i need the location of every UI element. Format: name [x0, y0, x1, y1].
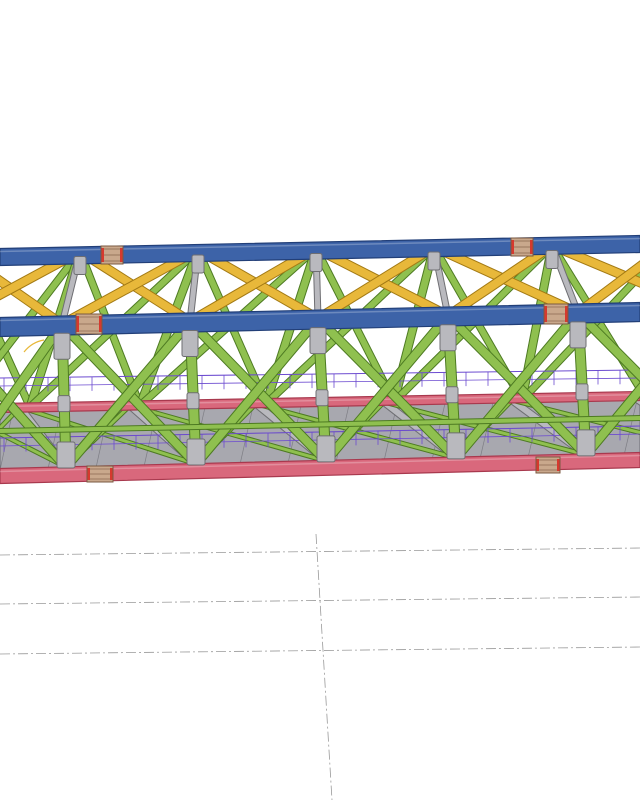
near-top-gusset: [569, 321, 587, 349]
near-bottom-splice-2-bolt-row: [536, 459, 539, 471]
far-top-splice-1-bolt-row: [120, 248, 123, 262]
far-top-gusset: [191, 254, 205, 274]
near-mid-gusset: [575, 383, 589, 401]
near-bottom-gusset: [576, 429, 596, 457]
near-bottom-splice-1-bolt-row: [87, 468, 90, 480]
near-top-splice-2-bolt-row: [565, 306, 568, 322]
near-bottom-splice-1-bolt-row: [110, 468, 113, 480]
near-top-gusset: [309, 327, 327, 355]
model-viewport[interactable]: [0, 0, 640, 801]
near-mid-gusset: [315, 389, 329, 407]
far-top-splice-1-bolt-row: [101, 248, 104, 262]
near-bottom-gusset: [56, 441, 76, 469]
far-top-gusset: [427, 251, 441, 271]
near-top-gusset: [439, 324, 457, 352]
near-top-gusset: [181, 329, 199, 357]
near-bottom-gusset: [446, 432, 466, 460]
near-bottom-splice-2-bolt-row: [557, 459, 560, 471]
far-top-gusset: [73, 255, 87, 275]
near-top-splice-1-bolt-row: [76, 316, 79, 332]
far-top-gusset: [545, 249, 559, 269]
far-top-splice-2-bolt-row: [530, 240, 533, 254]
near-top-splice-2-bolt-row: [544, 306, 547, 322]
near-top-gusset: [53, 332, 71, 360]
near-mid-gusset: [57, 395, 71, 413]
near-top-splice-1-bolt-row: [99, 316, 102, 332]
near-mid-gusset: [445, 386, 459, 404]
near-mid-gusset: [186, 392, 200, 410]
bridge-3d-view[interactable]: [0, 0, 640, 801]
near-bottom-gusset: [316, 435, 336, 463]
near-bottom-gusset: [186, 438, 206, 466]
far-top-splice-2-bolt-row: [511, 240, 514, 254]
far-top-gusset: [309, 252, 323, 272]
